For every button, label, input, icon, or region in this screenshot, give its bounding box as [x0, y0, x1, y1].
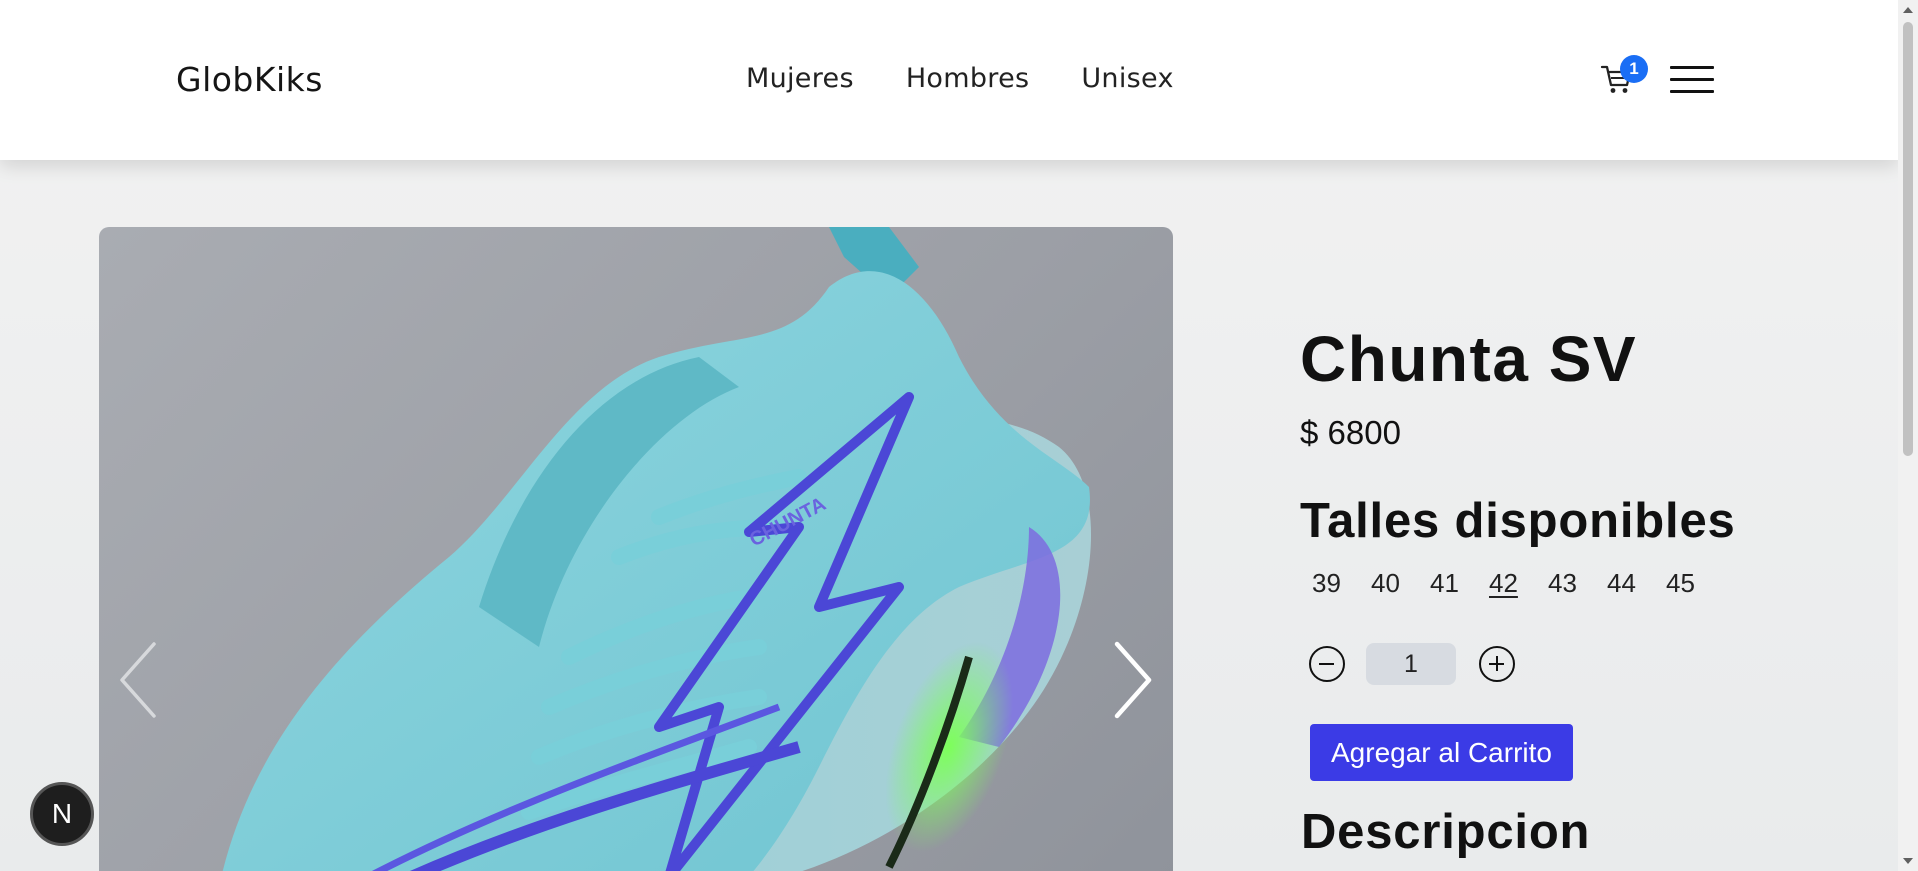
scroll-down-arrow-icon[interactable]: [1902, 855, 1914, 867]
add-to-cart-button[interactable]: Agregar al Carrito: [1310, 724, 1573, 781]
sizes-heading: Talles disponibles: [1300, 494, 1736, 548]
minus-circle-icon[interactable]: [1309, 646, 1345, 682]
hamburger-menu-icon: [1670, 66, 1714, 69]
menu-button[interactable]: [1670, 66, 1714, 94]
size-option-41[interactable]: 41: [1429, 568, 1488, 599]
size-option-45[interactable]: 45: [1665, 568, 1724, 599]
nextjs-devtools-badge[interactable]: N: [30, 782, 94, 846]
plus-circle-icon[interactable]: [1479, 646, 1515, 682]
size-options: 39 40 41 42 43 44 45: [1311, 568, 1724, 599]
product-image: CHUNTA: [222, 227, 1091, 871]
size-option-42-selected[interactable]: 42: [1488, 568, 1547, 599]
size-option-40[interactable]: 40: [1370, 568, 1429, 599]
hamburger-line: [1670, 78, 1714, 81]
brand-logo[interactable]: GlobKiks: [176, 60, 323, 99]
chevron-left-icon: [120, 642, 156, 718]
nav-link-unisex[interactable]: Unisex: [1081, 63, 1173, 94]
carousel-prev-button[interactable]: [116, 640, 160, 720]
hamburger-line: [1670, 90, 1714, 93]
size-option-44[interactable]: 44: [1606, 568, 1665, 599]
size-option-43[interactable]: 43: [1547, 568, 1606, 599]
cart-count-badge: 1: [1620, 55, 1648, 83]
product-price: $ 6800: [1300, 414, 1401, 451]
carousel-next-button[interactable]: [1111, 640, 1155, 720]
description-heading: Descripcion: [1301, 805, 1591, 859]
quantity-value[interactable]: 1: [1366, 643, 1456, 685]
page: GlobKiks Mujeres Hombres Unisex 1 CHUNTA…: [0, 0, 1898, 871]
product-image-carousel[interactable]: CHUNTA: [99, 227, 1173, 871]
nav-link-hombres[interactable]: Hombres: [906, 63, 1030, 94]
main-nav: Mujeres Hombres Unisex: [746, 63, 1174, 94]
nav-link-mujeres[interactable]: Mujeres: [746, 63, 854, 94]
vertical-scrollbar[interactable]: [1898, 0, 1918, 871]
scroll-up-arrow-icon[interactable]: [1902, 4, 1914, 16]
product-title: Chunta SV: [1300, 323, 1638, 395]
scrollbar-thumb[interactable]: [1903, 22, 1913, 456]
site-header: GlobKiks Mujeres Hombres Unisex 1: [0, 0, 1898, 160]
chevron-right-icon: [1114, 641, 1152, 719]
size-option-39[interactable]: 39: [1311, 568, 1370, 599]
